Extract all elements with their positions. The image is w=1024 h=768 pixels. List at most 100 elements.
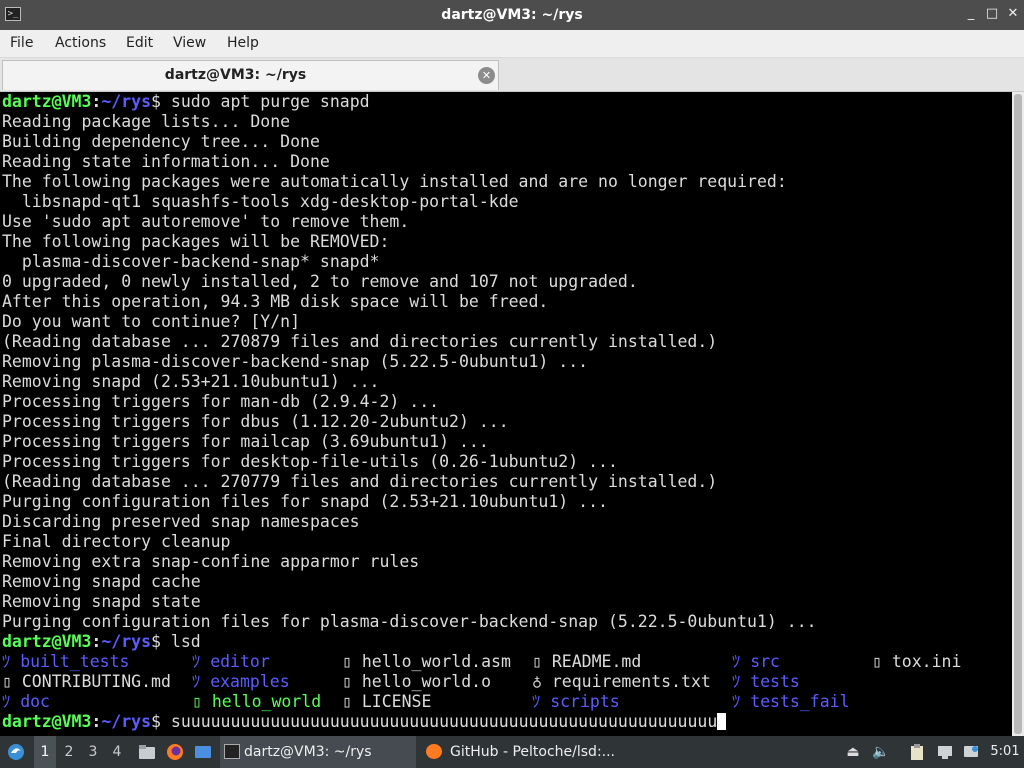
task-terminal[interactable]: dartz@VM3: ~/rys bbox=[220, 736, 416, 768]
output-line: Removing plasma-discover-backend-snap (5… bbox=[2, 352, 589, 371]
folder-icon: ﾂ bbox=[732, 672, 741, 691]
output-line: Removing snapd state bbox=[2, 592, 201, 611]
ls-entry: ﾂ src bbox=[732, 652, 780, 672]
output-line: Processing triggers for man-db (2.9.4-2)… bbox=[2, 392, 440, 411]
network-icon[interactable] bbox=[934, 736, 956, 768]
folder-icon: ﾂ bbox=[192, 672, 201, 691]
terminal-view[interactable]: dartz@VM3:~/rys$ sudo apt purge snapd Re… bbox=[0, 92, 1012, 736]
firefox-launcher-icon[interactable] bbox=[162, 736, 188, 768]
output-line: Processing triggers for mailcap (3.69ubu… bbox=[2, 432, 489, 451]
output-line: The following packages will be REMOVED: bbox=[2, 232, 390, 251]
file-icon: ▯ bbox=[2, 672, 12, 691]
minimize-icon[interactable]: _ bbox=[961, 4, 981, 24]
ls-entry: ﾂ built_tests bbox=[2, 652, 129, 672]
clipboard-icon[interactable] bbox=[906, 736, 928, 768]
output-line: Processing triggers for desktop-file-uti… bbox=[2, 452, 618, 471]
file-manager-icon[interactable] bbox=[134, 736, 160, 768]
output-line: Reading state information... Done bbox=[2, 152, 330, 171]
output-line: Purging configuration files for plasma-d… bbox=[2, 612, 817, 631]
menu-edit[interactable]: Edit bbox=[126, 30, 153, 57]
notification-icon[interactable] bbox=[960, 736, 982, 768]
start-menu-icon[interactable] bbox=[4, 736, 28, 768]
ls-entry-name: requirements.txt bbox=[551, 672, 711, 691]
output-line: After this operation, 94.3 MB disk space… bbox=[2, 292, 549, 311]
tab-close-icon[interactable]: ✕ bbox=[478, 67, 495, 84]
terminal-scrollbar[interactable] bbox=[1012, 92, 1024, 736]
file-icon: ▯ bbox=[872, 652, 882, 671]
ls-entry-name: hello_world.o bbox=[361, 672, 492, 691]
prompt-symbol: $ bbox=[151, 632, 161, 651]
ls-entry: ▯ hello_world.o bbox=[342, 672, 491, 692]
prompt-line: dartz@VM3:~/rys$ lsd bbox=[2, 632, 201, 651]
menu-help[interactable]: Help bbox=[227, 30, 259, 57]
menu-actions[interactable]: Actions bbox=[55, 30, 106, 57]
output-line: Building dependency tree... Done bbox=[2, 132, 320, 151]
ls-entry-name: tox.ini bbox=[891, 652, 962, 671]
output-line: The following packages were automaticall… bbox=[2, 172, 787, 191]
output-line: (Reading database ... 270779 files and d… bbox=[2, 472, 718, 491]
workspace-1[interactable]: 1 bbox=[34, 736, 56, 768]
window-title: dartz@VM3: ~/rys bbox=[441, 7, 583, 23]
show-desktop-icon[interactable] bbox=[190, 736, 216, 768]
prompt-path: ~/rys bbox=[101, 92, 152, 111]
output-line: Purging configuration files for snapd (2… bbox=[2, 492, 608, 511]
file-icon: ▯ bbox=[342, 692, 352, 711]
file-icon: ▯ bbox=[342, 672, 352, 691]
ls-entry-name: src bbox=[750, 652, 780, 671]
text-cursor bbox=[717, 713, 727, 730]
workspace-2[interactable]: 2 bbox=[58, 736, 80, 768]
menu-view[interactable]: View bbox=[173, 30, 206, 57]
workspace-4[interactable]: 4 bbox=[106, 736, 128, 768]
ls-entry: ﾂ doc bbox=[2, 692, 50, 712]
file-icon: ♁ bbox=[532, 672, 542, 691]
ls-entry: ﾂ tests_fail bbox=[732, 692, 850, 712]
ls-entry-name: CONTRIBUTING.md bbox=[21, 672, 171, 691]
window-titlebar[interactable]: >_ dartz@VM3: ~/rys _ □ ✕ bbox=[0, 0, 1024, 30]
output-line: 0 upgraded, 0 newly installed, 2 to remo… bbox=[2, 272, 638, 291]
taskbar: 1 2 3 4 dartz@VM3: ~/rys GitHub - Peltoc… bbox=[0, 736, 1024, 768]
ls-entry: ▯ tox.ini bbox=[872, 652, 961, 672]
output-line: Reading package lists... Done bbox=[2, 112, 291, 131]
eject-icon[interactable]: ⏏ bbox=[842, 736, 864, 768]
task-firefox[interactable]: GitHub - Peltoche/lsd:... bbox=[422, 736, 622, 768]
tab-terminal[interactable]: dartz@VM3: ~/rys ✕ bbox=[2, 60, 499, 90]
output-line: Discarding preserved snap namespaces bbox=[2, 512, 360, 531]
ls-entry: ♁ requirements.txt bbox=[532, 672, 711, 692]
output-line: Do you want to continue? [Y/n] bbox=[2, 312, 301, 331]
output-line: Use 'sudo apt autoremove' to remove them… bbox=[2, 212, 410, 231]
output-line: plasma-discover-backend-snap* snapd* bbox=[2, 252, 380, 271]
current-input[interactable]: suuuuuuuuuuuuuuuuuuuuuuuuuuuuuuuuuuuuuuu… bbox=[171, 712, 717, 731]
prompt-line-current[interactable]: dartz@VM3:~/rys$ suuuuuuuuuuuuuuuuuuuuuu… bbox=[2, 712, 727, 732]
scrollbar-thumb[interactable] bbox=[1014, 94, 1022, 734]
workspace-3[interactable]: 3 bbox=[82, 736, 104, 768]
tab-bar: dartz@VM3: ~/rys ✕ bbox=[0, 58, 1024, 92]
task-label: GitHub - Peltoche/lsd:... bbox=[450, 744, 616, 760]
ls-entry: ﾂ tests bbox=[732, 672, 800, 692]
file-icon: ▯ bbox=[192, 692, 202, 711]
ls-entry-name: LICENSE bbox=[361, 692, 432, 711]
prompt-path: ~/rys bbox=[101, 712, 152, 731]
ls-entry: ▯ hello_world.asm bbox=[342, 652, 511, 672]
maximize-icon[interactable]: □ bbox=[982, 4, 1002, 24]
folder-icon: ﾂ bbox=[532, 692, 541, 711]
volume-icon[interactable]: 🔈 bbox=[870, 736, 892, 768]
close-icon[interactable]: ✕ bbox=[1003, 4, 1023, 24]
ls-entry-name: editor bbox=[210, 652, 270, 671]
prompt-user: dartz@VM3 bbox=[2, 712, 92, 731]
ls-entry-name: tests bbox=[750, 672, 800, 691]
ls-entry: ﾂ editor bbox=[192, 652, 270, 672]
ls-entry-name: examples bbox=[210, 672, 290, 691]
output-line: (Reading database ... 270879 files and d… bbox=[2, 332, 718, 351]
prompt-user: dartz@VM3 bbox=[2, 92, 92, 111]
output-line: Final directory cleanup bbox=[2, 532, 231, 551]
clock[interactable]: 5:01 bbox=[990, 736, 1020, 768]
ls-entry: ▯ README.md bbox=[532, 652, 641, 672]
folder-icon: ﾂ bbox=[2, 652, 11, 671]
ls-entry: ▯ hello_world bbox=[192, 692, 321, 712]
menu-file[interactable]: File bbox=[10, 30, 33, 57]
prompt-symbol: $ bbox=[151, 712, 161, 731]
prompt-path: ~/rys bbox=[101, 632, 152, 651]
command-text: lsd bbox=[170, 632, 201, 651]
terminal-icon bbox=[224, 744, 240, 759]
ls-entry-name: scripts bbox=[550, 692, 620, 711]
